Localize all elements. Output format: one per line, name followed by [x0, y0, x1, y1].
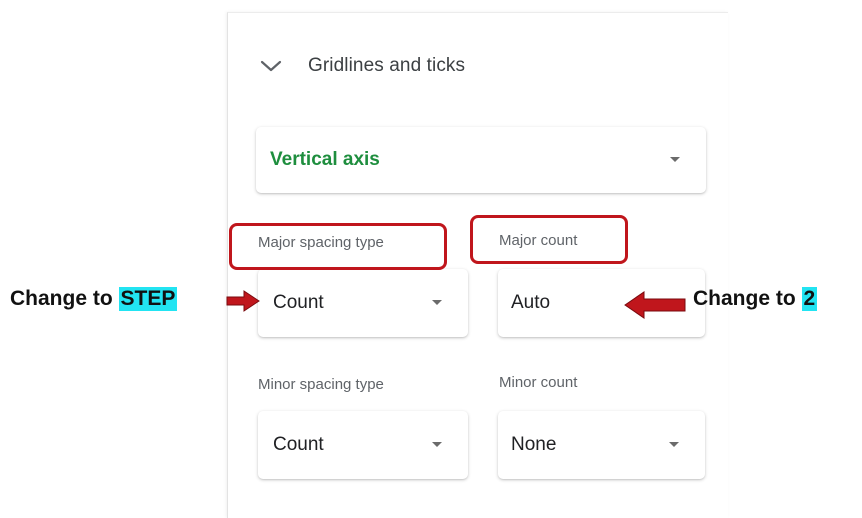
minor-spacing-type-select[interactable]: Count [258, 411, 468, 479]
annotation-highlight-step: STEP [118, 287, 178, 311]
dropdown-arrow-icon [669, 442, 679, 447]
minor-spacing-type-value: Count [273, 434, 324, 455]
major-count-highlight [470, 215, 628, 264]
arrow-left-icon [624, 291, 686, 319]
minor-count-select[interactable]: None [498, 411, 705, 479]
major-count-value: Auto [511, 292, 551, 313]
gridlines-section-header[interactable]: Gridlines and ticks [260, 51, 465, 81]
axis-select-value: Vertical axis [270, 149, 380, 170]
annotation-prefix: Change to [693, 287, 802, 310]
annotation-prefix: Change to [10, 287, 119, 310]
annotation-change-to-step: Change to STEP [10, 287, 178, 311]
major-spacing-type-value: Count [273, 292, 324, 313]
annotation-highlight-2: 2 [801, 287, 818, 311]
minor-count-label: Minor count [499, 374, 578, 391]
major-spacing-type-highlight [229, 223, 447, 270]
dropdown-arrow-icon [432, 442, 442, 447]
dropdown-arrow-icon [432, 300, 442, 305]
section-title: Gridlines and ticks [308, 55, 466, 76]
arrow-right-icon [226, 290, 260, 312]
minor-spacing-type-label: Minor spacing type [258, 376, 384, 393]
major-spacing-type-select[interactable]: Count [258, 269, 468, 337]
dropdown-arrow-icon [670, 157, 680, 162]
annotation-change-to-2: Change to 2 [693, 287, 818, 311]
chevron-down-icon[interactable] [260, 59, 282, 73]
minor-count-value: None [511, 434, 557, 455]
axis-select[interactable]: Vertical axis [256, 127, 706, 193]
